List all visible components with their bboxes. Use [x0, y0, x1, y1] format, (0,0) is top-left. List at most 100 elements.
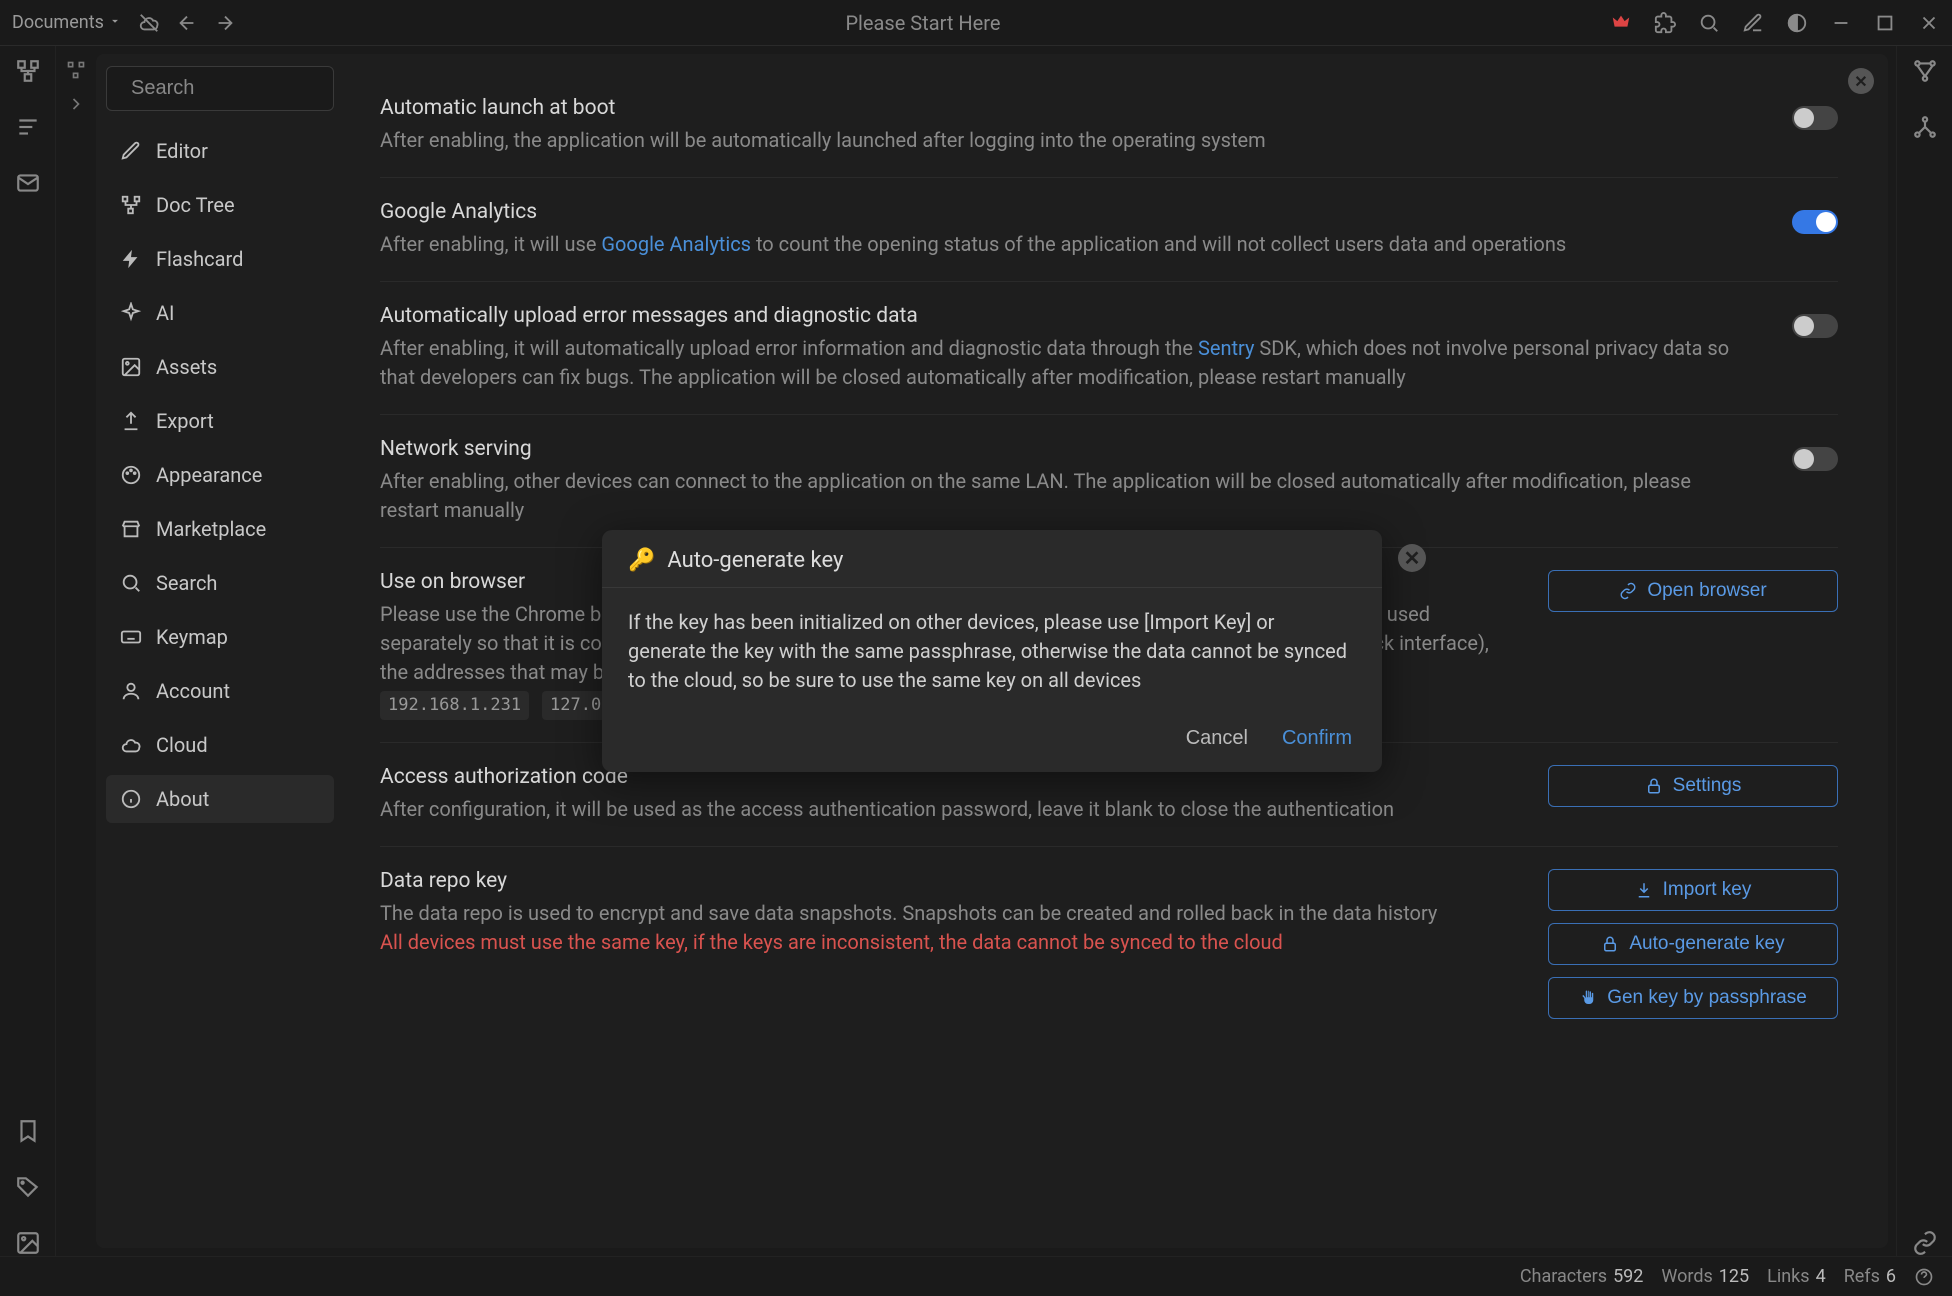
sentry-link[interactable]: Sentry — [1198, 336, 1254, 360]
warning-text: All devices must use the same key, if th… — [380, 930, 1283, 954]
setting-title: Automatically upload error messages and … — [380, 304, 1752, 328]
bolt-icon — [120, 248, 142, 270]
ga-toggle[interactable] — [1792, 210, 1838, 234]
image-icon — [120, 356, 142, 378]
inbox-icon[interactable] — [15, 170, 41, 196]
setting-network-serving: Network serving After enabling, other de… — [380, 415, 1838, 548]
sparkle-icon — [120, 302, 142, 324]
theme-icon[interactable] — [1786, 12, 1808, 34]
sidebar-item-label: Search — [156, 571, 217, 595]
setting-title: Google Analytics — [380, 200, 1752, 224]
sidebar-item-label: Cloud — [156, 733, 208, 757]
sidebar-item-label: Flashcard — [156, 247, 243, 271]
sidebar-item-flashcard[interactable]: Flashcard — [106, 235, 334, 283]
sidebar-item-label: Editor — [156, 139, 208, 163]
doc-gutter — [56, 46, 96, 1256]
doc-menu-label: Documents — [12, 12, 104, 33]
sidebar-item-about[interactable]: About — [106, 775, 334, 823]
auto-launch-toggle[interactable] — [1792, 106, 1838, 130]
setting-title: Network serving — [380, 437, 1752, 461]
store-icon — [120, 518, 142, 540]
cloud-icon — [120, 734, 142, 756]
left-rail — [0, 46, 56, 1256]
sidebar-item-assets[interactable]: Assets — [106, 343, 334, 391]
sidebar-item-ai[interactable]: AI — [106, 289, 334, 337]
sidebar-item-label: Marketplace — [156, 517, 266, 541]
tree-icon — [120, 194, 142, 216]
google-analytics-link[interactable]: Google Analytics — [601, 232, 751, 256]
crown-icon[interactable] — [1610, 12, 1632, 34]
forward-icon[interactable] — [214, 12, 236, 34]
sidebar-item-label: Assets — [156, 355, 217, 379]
sidebar-item-keymap[interactable]: Keymap — [106, 613, 334, 661]
sidebar-item-cloud[interactable]: Cloud — [106, 721, 334, 769]
setting-desc: After enabling, other devices can connec… — [380, 467, 1752, 525]
sidebar-item-label: Keymap — [156, 625, 228, 649]
ip-code: 192.168.1.231 — [380, 691, 529, 720]
window-title: Please Start Here — [236, 11, 1610, 35]
tree-icon[interactable] — [66, 60, 86, 80]
sidebar-item-export[interactable]: Export — [106, 397, 334, 445]
lock-icon — [1645, 777, 1663, 795]
settings-sidebar: Editor Doc Tree Flashcard AI Assets Expo… — [96, 54, 344, 1248]
chevron-right-icon[interactable] — [66, 94, 86, 114]
edit-icon[interactable] — [1742, 12, 1764, 34]
upload-errors-toggle[interactable] — [1792, 314, 1838, 338]
cancel-button[interactable]: Cancel — [1186, 727, 1248, 750]
sidebar-item-label: AI — [156, 301, 175, 325]
extension-icon[interactable] — [1654, 12, 1676, 34]
sidebar-item-marketplace[interactable]: Marketplace — [106, 505, 334, 553]
setting-desc: After enabling, the application will be … — [380, 126, 1752, 155]
chevron-down-icon — [108, 12, 122, 33]
confirm-button[interactable]: Confirm — [1282, 727, 1352, 750]
sidebar-item-search[interactable]: Search — [106, 559, 334, 607]
hand-icon — [1579, 989, 1597, 1007]
graph-icon[interactable] — [1912, 58, 1938, 84]
minimize-icon[interactable] — [1830, 12, 1852, 34]
search-icon — [120, 572, 142, 594]
network-serving-toggle[interactable] — [1792, 447, 1838, 471]
tag-icon[interactable] — [15, 1174, 41, 1200]
image-icon[interactable] — [15, 1230, 41, 1256]
titlebar: Documents Please Start Here — [0, 0, 1952, 46]
setting-desc: After enabling, it will use Google Analy… — [380, 230, 1752, 259]
right-rail — [1896, 46, 1952, 1256]
network-icon[interactable] — [1912, 114, 1938, 140]
settings-panel: ✕ Editor Doc Tree Flashcard AI Assets Ex… — [96, 54, 1888, 1248]
modal-body: If the key has been initialized on other… — [602, 588, 1382, 715]
auto-generate-key-modal: ✕ 🔑 Auto-generate key If the key has bee… — [602, 530, 1382, 772]
maximize-icon[interactable] — [1874, 12, 1896, 34]
status-words: Words 125 — [1661, 1266, 1749, 1287]
setting-desc: After enabling, it will automatically up… — [380, 334, 1752, 392]
close-icon[interactable] — [1918, 12, 1940, 34]
sidebar-item-editor[interactable]: Editor — [106, 127, 334, 175]
pencil-icon — [120, 140, 142, 162]
import-key-button[interactable]: Import key — [1548, 869, 1838, 911]
search-icon[interactable] — [1698, 12, 1720, 34]
setting-auto-launch: Automatic launch at boot After enabling,… — [380, 74, 1838, 178]
palette-icon — [120, 464, 142, 486]
doctree-icon[interactable] — [15, 58, 41, 84]
sidebar-item-appearance[interactable]: Appearance — [106, 451, 334, 499]
cloud-off-icon[interactable] — [138, 12, 160, 34]
back-icon[interactable] — [176, 12, 198, 34]
help-icon[interactable] — [1914, 1267, 1934, 1287]
open-browser-button[interactable]: Open browser — [1548, 570, 1838, 612]
settings-close-button[interactable]: ✕ — [1848, 68, 1874, 94]
settings-search[interactable] — [106, 66, 334, 111]
keyboard-icon — [120, 626, 142, 648]
sidebar-item-account[interactable]: Account — [106, 667, 334, 715]
doc-menu[interactable]: Documents — [12, 12, 122, 33]
bookmark-icon[interactable] — [15, 1118, 41, 1144]
auth-settings-button[interactable]: Settings — [1548, 765, 1838, 807]
outline-icon[interactable] — [15, 114, 41, 140]
gen-key-passphrase-button[interactable]: Gen key by passphrase — [1548, 977, 1838, 1019]
backlink-icon[interactable] — [1912, 1230, 1938, 1256]
modal-close-button[interactable]: ✕ — [1398, 544, 1426, 572]
sidebar-item-label: Appearance — [156, 463, 262, 487]
setting-title: Automatic launch at boot — [380, 96, 1752, 120]
auto-generate-key-button[interactable]: Auto-generate key — [1548, 923, 1838, 965]
sidebar-item-label: Account — [156, 679, 230, 703]
sidebar-item-doctree[interactable]: Doc Tree — [106, 181, 334, 229]
user-icon — [120, 680, 142, 702]
